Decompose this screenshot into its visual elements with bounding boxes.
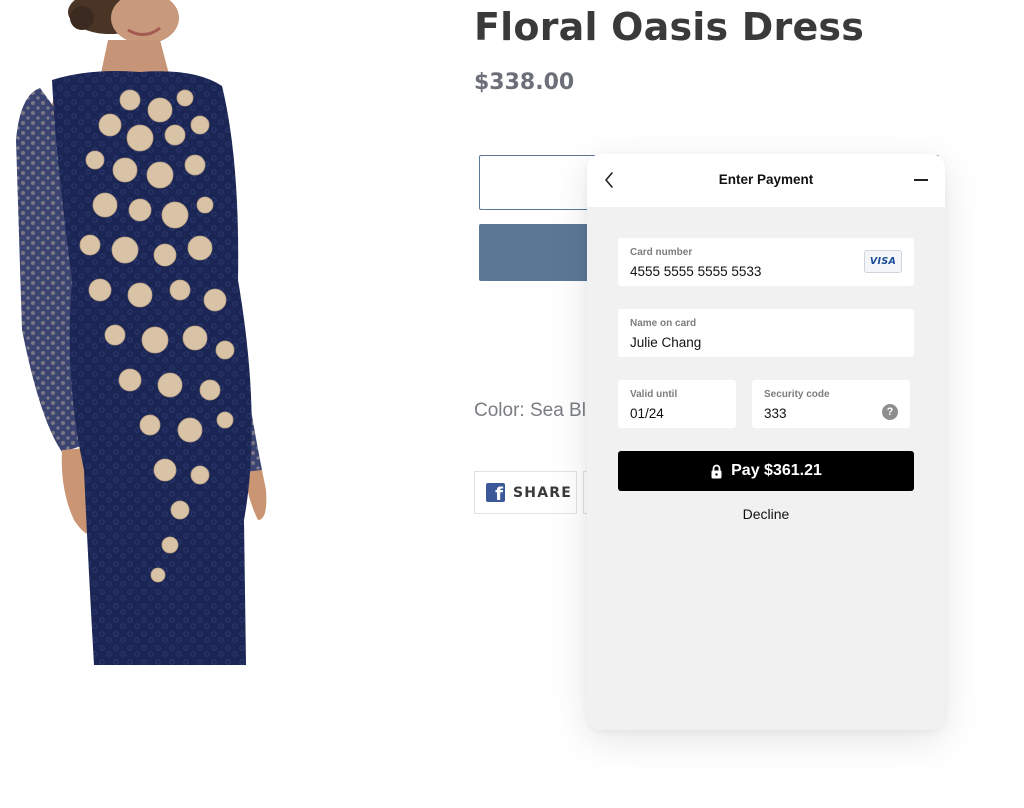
facebook-icon: f [486,483,505,502]
facebook-share-button[interactable]: f SHARE [474,471,577,514]
valid-until-field[interactable]: Valid until [618,380,736,428]
name-on-card-input[interactable] [630,334,850,352]
card-number-label: Card number [630,247,693,258]
modal-header: Enter Payment [587,154,945,207]
minimize-icon[interactable] [914,179,928,181]
product-image [0,0,300,665]
security-code-input[interactable] [764,405,864,423]
help-icon[interactable]: ? [882,404,898,420]
modal-title: Enter Payment [718,172,814,187]
product-price: $338.00 [474,70,575,95]
color-selector-label: Color: Sea Bl [474,400,586,421]
valid-until-input[interactable] [630,405,720,423]
pay-button-label: Pay $361.21 [731,462,822,479]
product-title: Floral Oasis Dress [474,5,865,49]
card-number-input[interactable] [630,263,850,281]
share-label: SHARE [513,484,572,501]
card-brand-label: VISA [869,256,897,267]
name-on-card-field[interactable]: Name on card [618,309,914,357]
card-number-field[interactable]: Card number VISA [618,238,914,286]
pay-button[interactable]: Pay $361.21 [618,451,914,491]
name-on-card-label: Name on card [630,318,697,329]
lock-icon [711,464,722,478]
decline-link[interactable]: Decline [587,505,945,523]
payment-modal: Enter Payment Card number VISA Name on c… [587,154,945,730]
visa-icon: VISA [864,250,902,273]
valid-until-label: Valid until [630,389,678,400]
security-code-field[interactable]: Security code ? [752,380,910,428]
security-code-label: Security code [764,389,830,400]
